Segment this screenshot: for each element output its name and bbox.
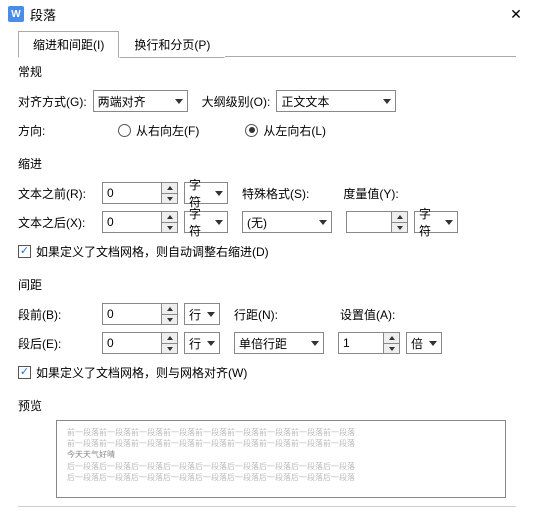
special-label: 特殊格式(S): (242, 185, 309, 202)
chevron-down-icon (429, 341, 437, 346)
titlebar: W 段落 ✕ (0, 0, 534, 28)
preview-line: 前一段落前一段落前一段落前一段落前一段落前一段落前一段落前一段落前一段落 (67, 438, 495, 449)
tab-bar: 缩进和间距(I) 换行和分页(P) (0, 30, 534, 57)
chevron-down-icon (215, 191, 223, 196)
indent-before-unit[interactable]: 字符 (184, 182, 228, 204)
indent-after-spinner[interactable] (102, 211, 178, 233)
measure-spinner[interactable] (346, 211, 408, 233)
special-combo[interactable]: (无) (242, 211, 332, 233)
spin-down-button[interactable] (162, 343, 177, 353)
spin-down-button[interactable] (384, 343, 399, 353)
chevron-down-icon (175, 99, 183, 104)
chevron-down-icon (215, 220, 223, 225)
space-after-label: 段后(E): (18, 335, 96, 352)
spin-up-button[interactable] (162, 212, 177, 222)
space-after-spinner[interactable] (102, 332, 178, 354)
section-general: 常规 (0, 57, 534, 82)
outline-label: 大纲级别(O): (202, 93, 271, 110)
radio-icon (118, 124, 131, 137)
radio-icon (245, 124, 258, 137)
indent-after-label: 文本之后(X): (18, 214, 96, 231)
spacing-grid-check[interactable]: ✓ 如果定义了文档网格，则与网格对齐(W) (18, 364, 247, 381)
chevron-down-icon (207, 312, 215, 317)
chevron-down-icon (383, 99, 391, 104)
outline-combo[interactable]: 正文文本 (276, 90, 396, 112)
section-indent: 缩进 (0, 149, 534, 174)
ltr-label: 从左向右(L) (263, 122, 326, 139)
spin-down-button[interactable] (162, 193, 177, 203)
preview-sample: 今天天气好晴 (67, 449, 495, 460)
window-title: 段落 (30, 5, 56, 24)
line-spacing-value: 单倍行距 (239, 335, 287, 352)
spin-up-button[interactable] (392, 212, 407, 222)
section-preview: 预览 (0, 391, 534, 416)
chevron-down-icon (311, 341, 319, 346)
outline-value: 正文文本 (281, 93, 329, 110)
spin-up-button[interactable] (162, 183, 177, 193)
preview-box: 前一段落前一段落前一段落前一段落前一段落前一段落前一段落前一段落前一段落 前一段… (56, 420, 506, 498)
preview-line: 前一段落前一段落前一段落前一段落前一段落前一段落前一段落前一段落前一段落 (67, 427, 495, 438)
preview-line: 后一段落后一段落后一段落后一段落后一段落后一段落后一段落后一段落后一段落 (67, 472, 495, 483)
checkbox-icon: ✓ (18, 245, 31, 258)
setval-input[interactable] (339, 333, 383, 353)
direction-ltr-radio[interactable]: 从左向右(L) (245, 122, 326, 139)
setval-spinner[interactable] (338, 332, 400, 354)
indent-grid-label: 如果定义了文档网格，则自动调整右缩进(D) (36, 243, 269, 260)
direction-label: 方向: (18, 122, 88, 139)
direction-rtl-radio[interactable]: 从右向左(F) (118, 122, 199, 139)
line-spacing-label: 行距(N): (234, 306, 316, 323)
measure-unit[interactable]: 字符 (414, 211, 458, 233)
spin-up-button[interactable] (384, 333, 399, 343)
checkbox-icon: ✓ (18, 366, 31, 379)
indent-after-input[interactable] (103, 212, 161, 232)
indent-after-unit[interactable]: 字符 (184, 211, 228, 233)
indent-before-label: 文本之前(R): (18, 185, 96, 202)
align-label: 对齐方式(G): (18, 93, 87, 110)
chevron-down-icon (445, 220, 453, 225)
rtl-label: 从右向左(F) (136, 122, 199, 139)
measure-input[interactable] (347, 212, 391, 232)
spin-down-button[interactable] (162, 314, 177, 324)
spin-down-button[interactable] (162, 222, 177, 232)
measure-label: 度量值(Y): (343, 185, 398, 202)
chevron-down-icon (319, 220, 327, 225)
space-before-unit[interactable]: 行 (184, 303, 220, 325)
section-spacing: 间距 (0, 270, 534, 295)
align-combo[interactable]: 两端对齐 (93, 90, 188, 112)
spin-up-button[interactable] (162, 304, 177, 314)
special-value: (无) (247, 214, 267, 231)
divider (18, 506, 516, 507)
app-icon: W (8, 6, 24, 22)
preview-line: 后一段落后一段落后一段落后一段落后一段落后一段落后一段落后一段落后一段落 (67, 461, 495, 472)
setval-label: 设置值(A): (340, 306, 395, 323)
space-after-input[interactable] (103, 333, 161, 353)
tab-indent-spacing[interactable]: 缩进和间距(I) (18, 31, 119, 58)
setval-unit[interactable]: 倍 (406, 332, 442, 354)
space-after-unit[interactable]: 行 (184, 332, 220, 354)
chevron-down-icon (207, 341, 215, 346)
space-before-spinner[interactable] (102, 303, 178, 325)
space-before-label: 段前(B): (18, 306, 96, 323)
line-spacing-combo[interactable]: 单倍行距 (234, 332, 324, 354)
indent-before-spinner[interactable] (102, 182, 178, 204)
tab-break-page[interactable]: 换行和分页(P) (119, 31, 225, 58)
close-button[interactable]: ✕ (506, 4, 526, 24)
align-value: 两端对齐 (98, 93, 146, 110)
indent-grid-check[interactable]: ✓ 如果定义了文档网格，则自动调整右缩进(D) (18, 243, 269, 260)
indent-before-input[interactable] (103, 183, 161, 203)
spin-up-button[interactable] (162, 333, 177, 343)
spacing-grid-label: 如果定义了文档网格，则与网格对齐(W) (36, 364, 247, 381)
spin-down-button[interactable] (392, 222, 407, 232)
space-before-input[interactable] (103, 304, 161, 324)
